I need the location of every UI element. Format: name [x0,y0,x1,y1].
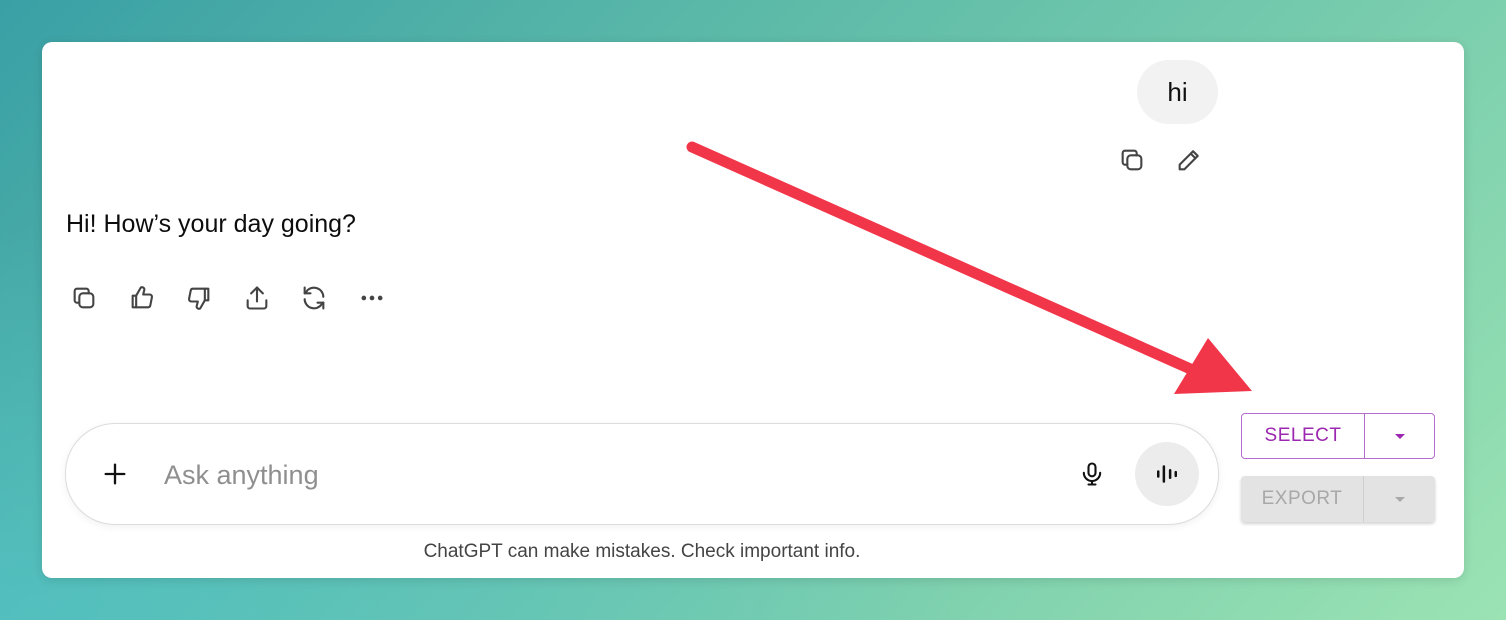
user-copy-button[interactable] [1114,142,1150,178]
user-edit-button[interactable] [1171,142,1207,178]
microphone-icon [1082,462,1102,486]
more-icon [361,295,383,301]
disclaimer-text: ChatGPT can make mistakes. Check importa… [423,541,861,562]
edit-icon [1178,150,1199,171]
select-button[interactable]: SELECT [1242,414,1365,458]
thumbs-down-icon [188,287,210,310]
voice-mode-icon [1157,465,1177,483]
export-button[interactable]: EXPORT [1241,476,1364,522]
caret-down-icon [1394,496,1405,502]
thumbs-up-icon [131,286,153,309]
regenerate-button[interactable] [296,280,332,316]
dictate-button[interactable] [1074,456,1110,492]
export-dropdown-button[interactable] [1364,476,1435,522]
assistant-copy-button[interactable] [66,280,102,316]
chat-window: hi Hi! How’s your day going? Ask anythin… [42,42,1464,578]
voice-mode-button[interactable] [1135,442,1199,506]
export-split-button: EXPORT [1241,476,1435,522]
more-options-button[interactable] [354,280,390,316]
copy-icon [73,287,95,309]
copy-icon [1121,149,1143,171]
caret-down-icon [1394,433,1405,439]
composer [65,423,1219,525]
prompt-input[interactable] [162,454,1046,496]
share-button[interactable] [239,280,275,316]
thumbs-down-button[interactable] [181,280,217,316]
share-icon [246,286,268,310]
plus-icon [104,463,126,485]
select-split-button: SELECT [1241,413,1435,459]
regenerate-icon [303,286,325,310]
select-dropdown-button[interactable] [1365,414,1434,458]
user-message-text: hi [1167,76,1188,107]
assistant-message-text: Hi! How’s your day going? [66,210,356,238]
add-attachment-button[interactable] [97,456,133,492]
thumbs-up-button[interactable] [124,280,160,316]
user-message-bubble: hi [1137,60,1218,124]
